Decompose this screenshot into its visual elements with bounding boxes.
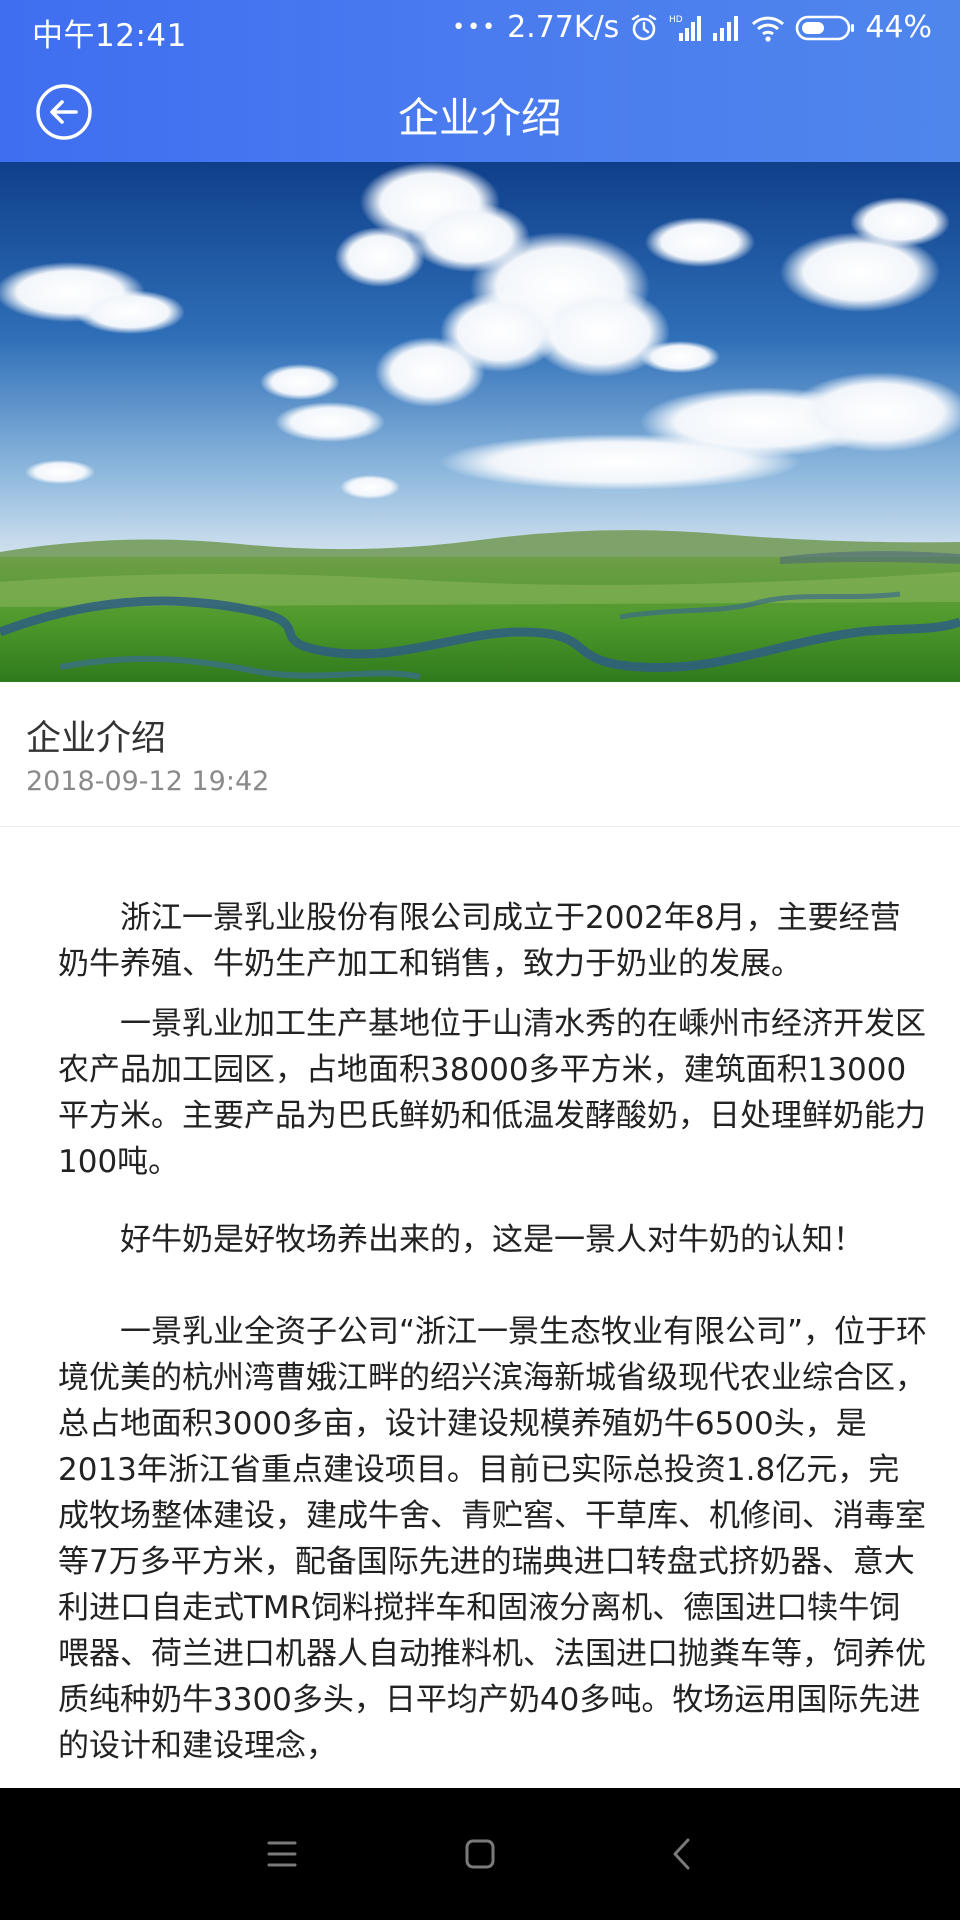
- home-button[interactable]: [452, 1826, 508, 1882]
- home-icon: [465, 1839, 495, 1869]
- app-header: 中午12:41 ••• 2.77K/s HD 44% 企业介绍: [0, 0, 960, 162]
- nav-back-button[interactable]: [654, 1826, 710, 1882]
- back-icon: [673, 1838, 690, 1870]
- status-bar: 中午12:41 ••• 2.77K/s HD 44%: [0, 0, 960, 62]
- status-icons: ••• 2.77K/s HD 44%: [452, 10, 932, 45]
- menu-icon: [267, 1841, 297, 1867]
- article-paragraph: 浙江一景乳业股份有限公司成立于2002年8月，主要经营奶牛养殖、牛奶生产加工和销…: [58, 900, 901, 982]
- article-paragraph: 一景乳业全资子公司“浙江一景生态牧业有限公司”，位于环境优美的杭州湾曹娥江畔的绍…: [58, 1314, 928, 1764]
- article-title: 企业介绍: [26, 719, 167, 759]
- status-dots: •••: [452, 15, 498, 40]
- menu-button[interactable]: [254, 1826, 310, 1882]
- wifi-icon: [751, 13, 785, 43]
- svg-text:HD: HD: [669, 15, 683, 25]
- article-body: 浙江一景乳业股份有限公司成立于2002年8月，主要经营奶牛养殖、牛奶生产加工和销…: [58, 895, 930, 1788]
- network-speed: 2.77K/s: [507, 10, 620, 45]
- hd-signal-icon: HD: [669, 13, 702, 43]
- battery-icon: [795, 13, 855, 43]
- article-paragraph: 好牛奶是好牧场养出来的，这是一景人对牛奶的认知！: [120, 1222, 864, 1258]
- alarm-icon: [629, 13, 659, 43]
- status-time: 中午12:41: [32, 18, 187, 54]
- article-date: 2018-09-12 19:42: [26, 766, 270, 797]
- page-title: 企业介绍: [398, 94, 562, 142]
- battery-percent: 44%: [865, 10, 932, 45]
- system-nav-bar: [0, 1788, 960, 1920]
- hero-image: [0, 162, 960, 682]
- article-header: 企业介绍 2018-09-12 19:42: [0, 682, 960, 827]
- signal-icon: [711, 13, 741, 43]
- title-bar: 企业介绍: [0, 62, 960, 162]
- article-paragraph: 一景乳业加工生产基地位于山清水秀的在嵊州市经济开发区农产品加工园区，占地面积38…: [58, 1006, 926, 1180]
